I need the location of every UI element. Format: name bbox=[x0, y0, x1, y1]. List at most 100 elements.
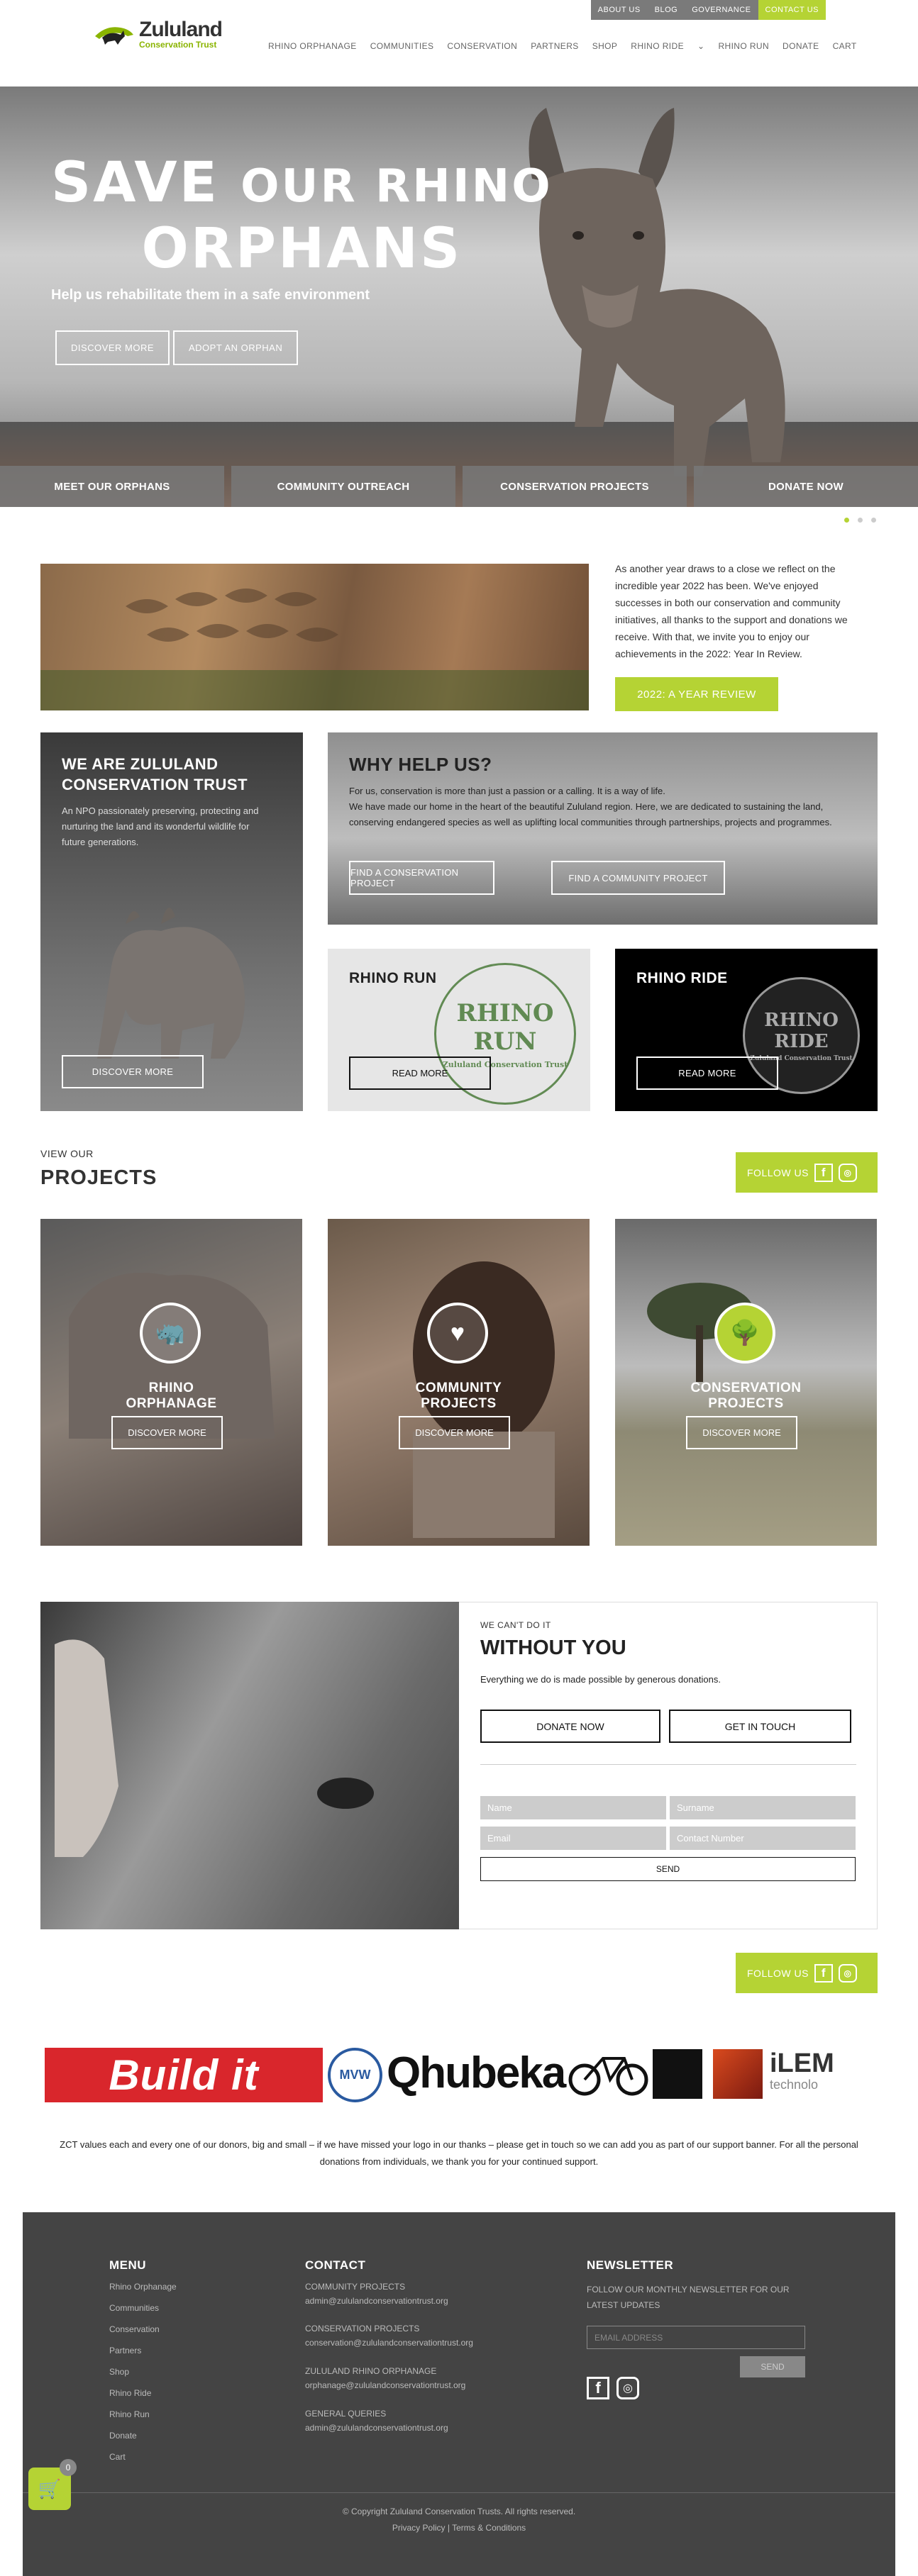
hero-adopt-button[interactable]: ADOPT AN ORPHAN bbox=[173, 330, 299, 365]
without-text: Everything we do is made possible by gen… bbox=[480, 1674, 721, 1685]
rhino-run-read-more-button[interactable]: READ MORE bbox=[349, 1056, 491, 1090]
footer-link[interactable]: Communities bbox=[109, 2297, 177, 2319]
cart-count-badge: 0 bbox=[60, 2459, 77, 2476]
footer-link[interactable]: Conservation bbox=[109, 2319, 177, 2340]
project-discover-button[interactable]: DISCOVER MORE bbox=[111, 1416, 223, 1449]
sponsors-note: ZCT values each and every one of our don… bbox=[60, 2139, 858, 2167]
cart-icon: 🛒 bbox=[38, 2477, 62, 2499]
surname-field[interactable]: Surname bbox=[670, 1796, 856, 1819]
footer-contact-title: CONTACT bbox=[305, 2258, 366, 2272]
nav-cart[interactable]: CART bbox=[833, 41, 857, 51]
project-card-rhino-orphanage[interactable]: 🦏 RHINO ORPHANAGE DISCOVER MORE bbox=[40, 1219, 302, 1546]
contact-heading: ZULULAND RHINO ORPHANAGE bbox=[305, 2366, 437, 2376]
nav-rhino-ride[interactable]: RHINO RIDE bbox=[631, 41, 684, 51]
nav-rhino-orphanage[interactable]: RHINO ORPHANAGE bbox=[268, 41, 357, 51]
instagram-icon[interactable]: ◎ bbox=[838, 1163, 857, 1182]
year-review-button[interactable]: 2022: A YEAR REVIEW bbox=[615, 677, 778, 711]
get-in-touch-button[interactable]: GET IN TOUCH bbox=[669, 1710, 851, 1743]
ilem-logo: iLEM technolo bbox=[770, 2049, 834, 2092]
about-us-link[interactable]: ABOUT US bbox=[590, 0, 648, 20]
nav-rhino-run[interactable]: RHINO RUN bbox=[718, 41, 769, 51]
email-field[interactable]: Email bbox=[480, 1827, 666, 1850]
heart-hand-icon: ♥ bbox=[427, 1303, 488, 1364]
follow-us-label: FOLLOW US bbox=[747, 1967, 809, 1979]
footer-link[interactable]: Rhino Ride bbox=[109, 2382, 177, 2404]
governance-link[interactable]: GOVERNANCE bbox=[685, 0, 758, 20]
newsletter-send-button[interactable]: SEND bbox=[740, 2356, 805, 2377]
chevron-down-icon[interactable]: ⌄ bbox=[697, 41, 704, 51]
contact-heading: COMMUNITY PROJECTS bbox=[305, 2282, 406, 2292]
rhino-run-tile: RHINO RUN RHINO RUN Zululand Conservatio… bbox=[328, 949, 590, 1111]
mvw-logo: MVW bbox=[328, 2048, 382, 2102]
projects-title: PROJECTS bbox=[40, 1166, 157, 1189]
slider-dots bbox=[844, 518, 876, 523]
main-nav: RHINO ORPHANAGE COMMUNITIES CONSERVATION… bbox=[268, 41, 857, 51]
facebook-icon[interactable]: f bbox=[587, 2377, 609, 2399]
project-title: CONSERVATION PROJECTS bbox=[690, 1381, 802, 1411]
footer-menu-title: MENU bbox=[109, 2258, 147, 2272]
legal-links[interactable]: Privacy Policy | Terms & Conditions bbox=[23, 2523, 895, 2533]
follow-us-bar: FOLLOW US f ◎ bbox=[736, 1152, 878, 1193]
contact-number-field[interactable]: Contact Number bbox=[670, 1827, 856, 1850]
nav-partners[interactable]: PARTNERS bbox=[531, 41, 578, 51]
about-title: WE ARE ZULULAND CONSERVATION TRUST bbox=[62, 755, 248, 793]
facebook-icon[interactable]: f bbox=[814, 1163, 833, 1182]
tab-meet-orphans[interactable]: MEET OUR ORPHANS bbox=[0, 466, 224, 507]
footer-link[interactable]: Partners bbox=[109, 2340, 177, 2361]
newsletter-email-input[interactable]: EMAIL ADDRESS bbox=[587, 2326, 805, 2349]
site-footer: MENU Rhino Orphanage Communities Conserv… bbox=[23, 2212, 895, 2576]
project-card-conservation[interactable]: 🌳 CONSERVATION PROJECTS DISCOVER MORE bbox=[615, 1219, 877, 1546]
rhino-ride-read-more-button[interactable]: READ MORE bbox=[636, 1056, 778, 1090]
slider-dot[interactable] bbox=[858, 518, 863, 523]
send-button[interactable]: SEND bbox=[480, 1857, 856, 1881]
build-it-logo: Build it bbox=[45, 2048, 323, 2102]
footer-link[interactable]: Donate bbox=[109, 2425, 177, 2446]
nav-conservation[interactable]: CONSERVATION bbox=[447, 41, 517, 51]
instagram-icon[interactable]: ◎ bbox=[616, 2377, 639, 2399]
tab-donate-now[interactable]: DONATE NOW bbox=[694, 466, 918, 507]
footer-link[interactable]: Shop bbox=[109, 2361, 177, 2382]
logo-subtitle: Conservation Trust bbox=[139, 40, 217, 50]
slider-dot[interactable] bbox=[844, 518, 849, 523]
blog-link[interactable]: BLOG bbox=[647, 0, 685, 20]
instagram-icon[interactable]: ◎ bbox=[838, 1963, 857, 1983]
community-project-button[interactable]: FIND A COMMUNITY PROJECT bbox=[551, 861, 725, 895]
contact-email[interactable]: conservation@zululandconservationtrust.o… bbox=[305, 2338, 473, 2348]
contact-us-link[interactable]: CONTACT US bbox=[758, 0, 826, 20]
divider bbox=[480, 1764, 856, 1765]
contact-heading: CONSERVATION PROJECTS bbox=[305, 2324, 420, 2334]
donate-now-button[interactable]: DONATE NOW bbox=[480, 1710, 660, 1743]
footer-link[interactable]: Rhino Run bbox=[109, 2404, 177, 2425]
footer-link[interactable]: Rhino Orphanage bbox=[109, 2276, 177, 2297]
nav-shop[interactable]: SHOP bbox=[592, 41, 618, 51]
logo-title: Zululand bbox=[139, 18, 223, 41]
without-label: WE CAN'T DO IT bbox=[480, 1620, 551, 1630]
contact-email[interactable]: admin@zululandconservationtrust.org bbox=[305, 2296, 448, 2306]
why-title: WHY HELP US? bbox=[349, 754, 492, 775]
contact-email[interactable]: admin@zululandconservationtrust.org bbox=[305, 2423, 448, 2433]
name-field[interactable]: Name bbox=[480, 1796, 666, 1819]
contact-email[interactable]: orphanage@zululandconservationtrust.org bbox=[305, 2380, 465, 2390]
sponsor-logo-black bbox=[653, 2049, 702, 2099]
slider-dot[interactable] bbox=[871, 518, 876, 523]
hero-discover-button[interactable]: DISCOVER MORE bbox=[55, 330, 170, 365]
why-text: For us, conservation is more than just a… bbox=[349, 786, 832, 827]
rhino-close-up-image bbox=[40, 1602, 459, 1929]
project-discover-button[interactable]: DISCOVER MORE bbox=[686, 1416, 797, 1449]
rhino-logo-icon bbox=[92, 21, 135, 49]
tab-community-outreach[interactable]: COMMUNITY OUTREACH bbox=[231, 466, 455, 507]
conservation-project-button[interactable]: FIND A CONSERVATION PROJECT bbox=[349, 861, 494, 895]
nav-donate[interactable]: DONATE bbox=[782, 41, 819, 51]
project-card-community[interactable]: ♥ COMMUNITY PROJECTS DISCOVER MORE bbox=[328, 1219, 590, 1546]
facebook-icon[interactable]: f bbox=[814, 1963, 833, 1983]
project-discover-button[interactable]: DISCOVER MORE bbox=[399, 1416, 510, 1449]
nav-communities[interactable]: COMMUNITIES bbox=[370, 41, 434, 51]
projects-label: VIEW OUR bbox=[40, 1148, 94, 1159]
about-discover-button[interactable]: DISCOVER MORE bbox=[62, 1055, 204, 1088]
footer-link[interactable]: Cart bbox=[109, 2446, 177, 2468]
about-tile: WE ARE ZULULAND CONSERVATION TRUST An NPO… bbox=[40, 732, 303, 1111]
rhino-run-title: RHINO RUN bbox=[349, 970, 437, 986]
contact-heading: GENERAL QUERIES bbox=[305, 2409, 387, 2419]
site-logo[interactable]: Zululand Conservation Trust bbox=[92, 18, 223, 50]
tab-conservation-projects[interactable]: CONSERVATION PROJECTS bbox=[463, 466, 687, 507]
